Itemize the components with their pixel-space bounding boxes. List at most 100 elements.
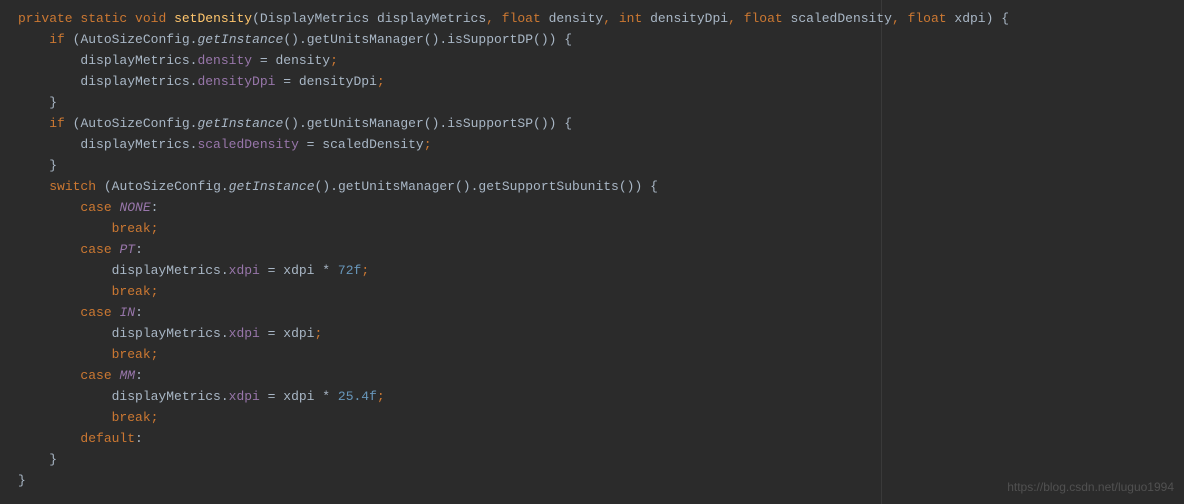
brace: } [49,452,57,467]
colon: : [135,368,143,383]
semi: ; [377,389,385,404]
var-displayMetrics: displayMetrics [80,74,189,89]
field-xdpi: xdpi [229,326,260,341]
paren: ( [252,11,260,26]
class-AutoSizeConfig: AutoSizeConfig [112,179,221,194]
kw-void: void [135,11,166,26]
var-displayMetrics: displayMetrics [80,137,189,152]
kw-case: case [80,368,111,383]
method-getInstance: getInstance [229,179,315,194]
type-DisplayMetrics: DisplayMetrics [260,11,369,26]
colon: : [135,305,143,320]
kw-switch: switch [49,179,96,194]
colon: : [135,431,143,446]
kw-case: case [80,242,111,257]
method-isSupportDP: isSupportDP [447,32,533,47]
kw-float: float [744,11,783,26]
op-mult: * [315,389,338,404]
dot: . [299,116,307,131]
kw-break: break [112,347,151,362]
kw-float: float [502,11,541,26]
op-assign: = [252,53,275,68]
brace: { [564,32,572,47]
paren: ( [455,179,463,194]
const-IN: IN [119,305,135,320]
op-mult: * [315,263,338,278]
paren: ( [424,32,432,47]
semi: ; [424,137,432,152]
paren: ) [986,11,994,26]
kw-case: case [80,305,111,320]
kw-static: static [80,11,127,26]
watermark: https://blog.csdn.net/luguo1994 [1007,477,1174,498]
paren: ) [549,116,557,131]
num-72f: 72f [338,263,361,278]
field-xdpi: xdpi [229,263,260,278]
paren: ) [541,32,549,47]
method-getInstance: getInstance [197,116,283,131]
var-scaledDensity: scaledDensity [322,137,423,152]
var-xdpi: xdpi [283,389,314,404]
var-displayMetrics: displayMetrics [112,263,221,278]
op-assign: = [299,137,322,152]
kw-break: break [112,410,151,425]
brace: } [18,473,26,488]
num-25-4f: 25.4f [338,389,377,404]
semi: ; [330,53,338,68]
op-assign: = [260,326,283,341]
brace: { [1001,11,1009,26]
kw-if: if [49,116,65,131]
paren: ) [634,179,642,194]
field-density: density [197,53,252,68]
param-scaledDensity: scaledDensity [791,11,892,26]
kw-int: int [619,11,642,26]
paren: ) [291,32,299,47]
const-PT: PT [119,242,135,257]
const-MM: MM [119,368,135,383]
method-getUnitsManager: getUnitsManager [307,32,424,47]
method-getUnitsManager: getUnitsManager [307,116,424,131]
paren: ) [549,32,557,47]
paren: ) [541,116,549,131]
method-getInstance: getInstance [197,32,283,47]
op-assign: = [260,263,283,278]
kw-case: case [80,200,111,215]
class-AutoSizeConfig: AutoSizeConfig [80,116,189,131]
brace: } [49,158,57,173]
var-xdpi: xdpi [283,326,314,341]
paren: ( [104,179,112,194]
kw-if: if [49,32,65,47]
semi: ; [315,326,323,341]
brace: } [49,95,57,110]
brace: { [564,116,572,131]
paren: ( [283,116,291,131]
field-xdpi: xdpi [229,389,260,404]
kw-default: default [80,431,135,446]
code-editor[interactable]: private static void setDensity(DisplayMe… [0,0,1184,499]
dot: . [221,263,229,278]
var-displayMetrics: displayMetrics [112,389,221,404]
param-xdpi: xdpi [954,11,985,26]
comma: , [892,11,900,26]
field-densityDpi: densityDpi [197,74,275,89]
const-NONE: NONE [119,200,150,215]
semi: ; [377,74,385,89]
var-displayMetrics: displayMetrics [80,53,189,68]
paren: ) [463,179,471,194]
dot: . [221,326,229,341]
op-assign: = [275,74,298,89]
param-density: density [549,11,604,26]
op-assign: = [260,389,283,404]
comma: , [486,11,494,26]
comma: , [603,11,611,26]
var-density: density [275,53,330,68]
paren: ( [533,32,541,47]
class-AutoSizeConfig: AutoSizeConfig [80,32,189,47]
method-isSupportSP: isSupportSP [447,116,533,131]
param-densityDpi: densityDpi [650,11,728,26]
paren: ) [322,179,330,194]
var-densityDpi: densityDpi [299,74,377,89]
var-displayMetrics: displayMetrics [112,326,221,341]
paren: ( [619,179,627,194]
method-getUnitsManager: getUnitsManager [338,179,455,194]
